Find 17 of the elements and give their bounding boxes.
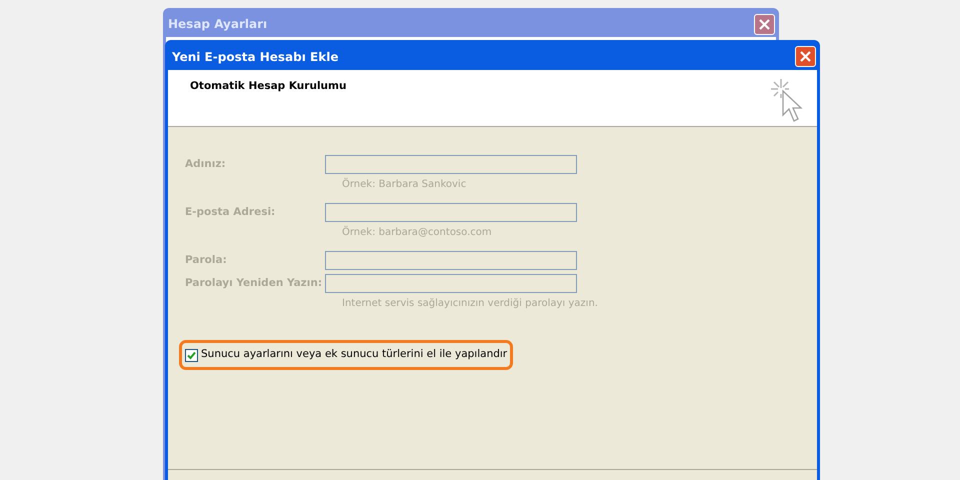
window-title: Hesap Ayarları (168, 16, 268, 33)
hint-text: Örnek: Barbara Sankovic (342, 177, 468, 192)
close-icon (800, 51, 811, 62)
manual-setup-checkbox[interactable]: Sunucu ayarlarını veya ek sunucu türlerini el ile yapılandır (179, 340, 514, 370)
field-label: Adınız: (185, 156, 227, 172)
checkbox[interactable] (185, 348, 198, 362)
field-label: Parola: (185, 252, 228, 268)
close-icon (759, 18, 770, 30)
hint-text: Örnek: barbara@contoso.com (342, 225, 493, 240)
hint-text: Internet servis sağlayıcınızın verdiği parolayı yazın. (342, 297, 599, 311)
field-label: Parolayı Yeniden Yazın: (185, 276, 324, 291)
close-button[interactable] (754, 14, 775, 34)
header-title: Otomatik Hesap Kurulumu (190, 79, 346, 94)
check-icon (187, 350, 196, 360)
window-title: Yeni E-posta Hesabı Ekle (172, 48, 338, 66)
close-button[interactable] (795, 46, 816, 67)
field-label: E-posta Adresi: (185, 204, 276, 220)
